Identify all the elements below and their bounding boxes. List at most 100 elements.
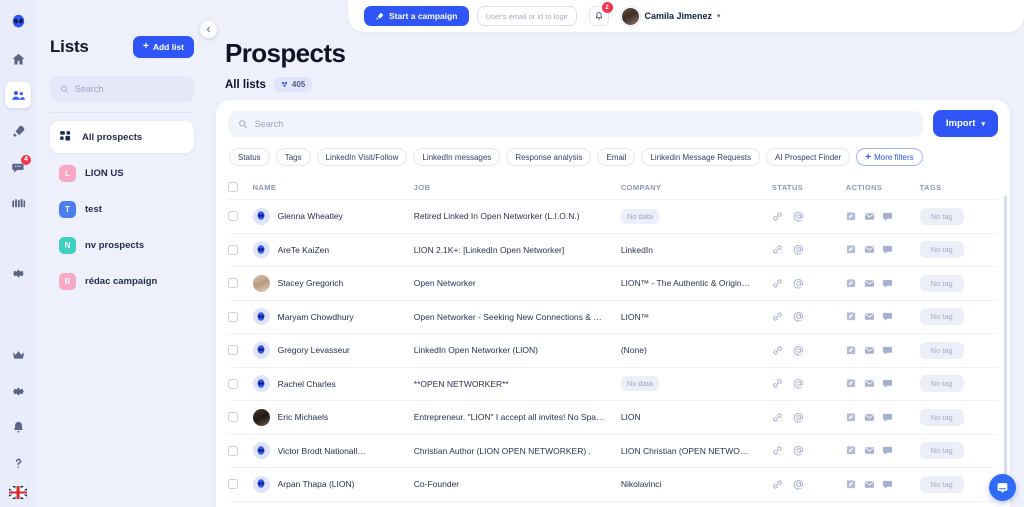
row-checkbox[interactable] bbox=[228, 412, 238, 423]
alien-logo-icon[interactable] bbox=[8, 12, 28, 32]
note-icon[interactable] bbox=[846, 445, 857, 456]
table-row[interactable]: Arpan Thapa (LION) Co-Founder Nikolavinci N… bbox=[228, 467, 998, 502]
sidebar-item-campaigns[interactable] bbox=[5, 118, 31, 144]
more-filters-button[interactable]: + More filters bbox=[856, 148, 923, 166]
filter-chip-email[interactable]: Email bbox=[597, 148, 636, 166]
sidebar-item-all-prospects[interactable]: All prospects bbox=[50, 121, 194, 153]
uk-flag-icon[interactable] bbox=[9, 486, 27, 499]
table-row[interactable]: Gregory Levasseur LinkedIn Open Networker… bbox=[228, 333, 998, 368]
sidebar-item-prospects[interactable] bbox=[5, 82, 31, 108]
note-icon[interactable] bbox=[846, 311, 857, 322]
at-icon[interactable] bbox=[793, 311, 804, 322]
select-all-checkbox[interactable] bbox=[228, 182, 238, 192]
tag-badge[interactable]: No tag bbox=[919, 375, 964, 393]
link-icon[interactable] bbox=[772, 445, 783, 456]
row-checkbox[interactable] bbox=[228, 445, 238, 456]
sidebar-item-test[interactable]: T test bbox=[50, 193, 194, 225]
at-icon[interactable] bbox=[793, 244, 804, 255]
mail-icon[interactable] bbox=[864, 244, 875, 255]
tag-badge[interactable]: No tag bbox=[919, 207, 964, 225]
import-button[interactable]: Import ▾ bbox=[932, 110, 998, 137]
link-icon[interactable] bbox=[772, 311, 783, 322]
user-login-input[interactable] bbox=[476, 6, 577, 26]
sidebar-item-nv-prospects[interactable]: N nv prospects bbox=[50, 229, 194, 261]
prospects-search[interactable] bbox=[228, 110, 923, 137]
row-checkbox[interactable] bbox=[228, 378, 238, 389]
message-icon[interactable] bbox=[882, 244, 893, 255]
sidebar-item-redac-campaign[interactable]: R rédac campaign bbox=[50, 265, 194, 297]
row-checkbox[interactable] bbox=[228, 345, 238, 356]
sidebar-item-upgrade[interactable] bbox=[5, 342, 31, 368]
at-icon[interactable] bbox=[793, 445, 804, 456]
user-menu[interactable]: Camila Jimenez ▾ bbox=[620, 6, 721, 26]
chat-widget-button[interactable] bbox=[989, 474, 1016, 501]
table-row[interactable]: Stacey Gregorich Open Networker LION™ - Th… bbox=[228, 266, 998, 301]
tag-badge[interactable]: No tag bbox=[919, 475, 964, 493]
table-row[interactable]: Maryam Chowdhury Open Networker - Seeking… bbox=[228, 300, 998, 334]
note-icon[interactable] bbox=[846, 211, 857, 222]
row-checkbox[interactable] bbox=[228, 278, 238, 289]
link-icon[interactable] bbox=[772, 378, 783, 389]
mail-icon[interactable] bbox=[864, 345, 875, 356]
row-checkbox[interactable] bbox=[228, 311, 238, 322]
add-list-button[interactable]: + Add list bbox=[132, 36, 194, 58]
message-icon[interactable] bbox=[882, 479, 893, 490]
link-icon[interactable] bbox=[772, 345, 783, 356]
at-icon[interactable] bbox=[793, 479, 804, 490]
lists-search[interactable] bbox=[50, 76, 194, 102]
link-icon[interactable] bbox=[772, 211, 783, 222]
note-icon[interactable] bbox=[846, 479, 857, 490]
tag-badge[interactable]: No tag bbox=[919, 308, 964, 326]
mail-icon[interactable] bbox=[864, 479, 875, 490]
at-icon[interactable] bbox=[793, 412, 804, 423]
mail-icon[interactable] bbox=[864, 211, 875, 222]
filter-chip-response-analysis[interactable]: Response analysis bbox=[506, 148, 592, 166]
message-icon[interactable] bbox=[882, 445, 893, 456]
filter-chip-linkedin-visit-follow[interactable]: LinkedIn Visit/Follow bbox=[316, 148, 408, 166]
message-icon[interactable] bbox=[882, 412, 893, 423]
table-row[interactable]: AreTe KaiZen LION 2.1K+: [LinkedIn Open N… bbox=[228, 233, 998, 267]
sidebar-item-settings[interactable] bbox=[5, 378, 31, 404]
sidebar-item-help[interactable] bbox=[5, 450, 31, 476]
start-campaign-button[interactable]: Start a campaign bbox=[364, 6, 469, 26]
link-icon[interactable] bbox=[772, 412, 783, 423]
mail-icon[interactable] bbox=[864, 278, 875, 289]
link-icon[interactable] bbox=[772, 244, 783, 255]
row-checkbox[interactable] bbox=[228, 244, 238, 255]
sidebar-item-notifications[interactable] bbox=[5, 414, 31, 440]
note-icon[interactable] bbox=[846, 278, 857, 289]
filter-chip-status[interactable]: Status bbox=[229, 148, 270, 166]
prospects-search-input[interactable] bbox=[254, 118, 913, 129]
sidebar-item-lion-us[interactable]: L LION US bbox=[50, 157, 194, 189]
note-icon[interactable] bbox=[846, 412, 857, 423]
message-icon[interactable] bbox=[882, 211, 893, 222]
tag-badge[interactable]: No tag bbox=[919, 241, 964, 259]
notifications-button[interactable]: 2 bbox=[588, 2, 613, 26]
lists-search-input[interactable] bbox=[74, 84, 184, 94]
table-row[interactable]: Victor Brodt Nationall… Christian Author … bbox=[228, 434, 998, 468]
filter-chip-ai-prospect-finder[interactable]: AI Prospect Finder bbox=[766, 148, 851, 166]
note-icon[interactable] bbox=[846, 345, 857, 356]
tag-badge[interactable]: No tag bbox=[919, 341, 964, 359]
message-icon[interactable] bbox=[882, 278, 893, 289]
message-icon[interactable] bbox=[882, 345, 893, 356]
tag-badge[interactable]: No tag bbox=[919, 274, 964, 292]
row-checkbox[interactable] bbox=[228, 479, 238, 490]
row-checkbox[interactable] bbox=[228, 211, 238, 222]
at-icon[interactable] bbox=[793, 211, 804, 222]
sidebar-item-home[interactable] bbox=[5, 46, 31, 72]
sidebar-item-settings-mid[interactable] bbox=[5, 260, 31, 286]
filter-chip-tags[interactable]: Tags bbox=[275, 148, 311, 166]
mail-icon[interactable] bbox=[864, 445, 875, 456]
note-icon[interactable] bbox=[846, 244, 857, 255]
sidebar-item-inbox[interactable]: 4 bbox=[5, 154, 31, 180]
sidebar-item-teams[interactable] bbox=[5, 190, 31, 216]
mail-icon[interactable] bbox=[864, 311, 875, 322]
note-icon[interactable] bbox=[846, 378, 857, 389]
at-icon[interactable] bbox=[793, 345, 804, 356]
filter-chip-message-requests[interactable]: Linkedin Message Requests bbox=[641, 148, 760, 166]
table-row[interactable]: Eric Michaels Entrepreneur. "LION" I acce… bbox=[228, 400, 998, 435]
table-row[interactable]: Glenna Wheatley Retired Linked In Open Ne… bbox=[228, 199, 998, 234]
link-icon[interactable] bbox=[772, 278, 783, 289]
link-icon[interactable] bbox=[772, 479, 783, 490]
